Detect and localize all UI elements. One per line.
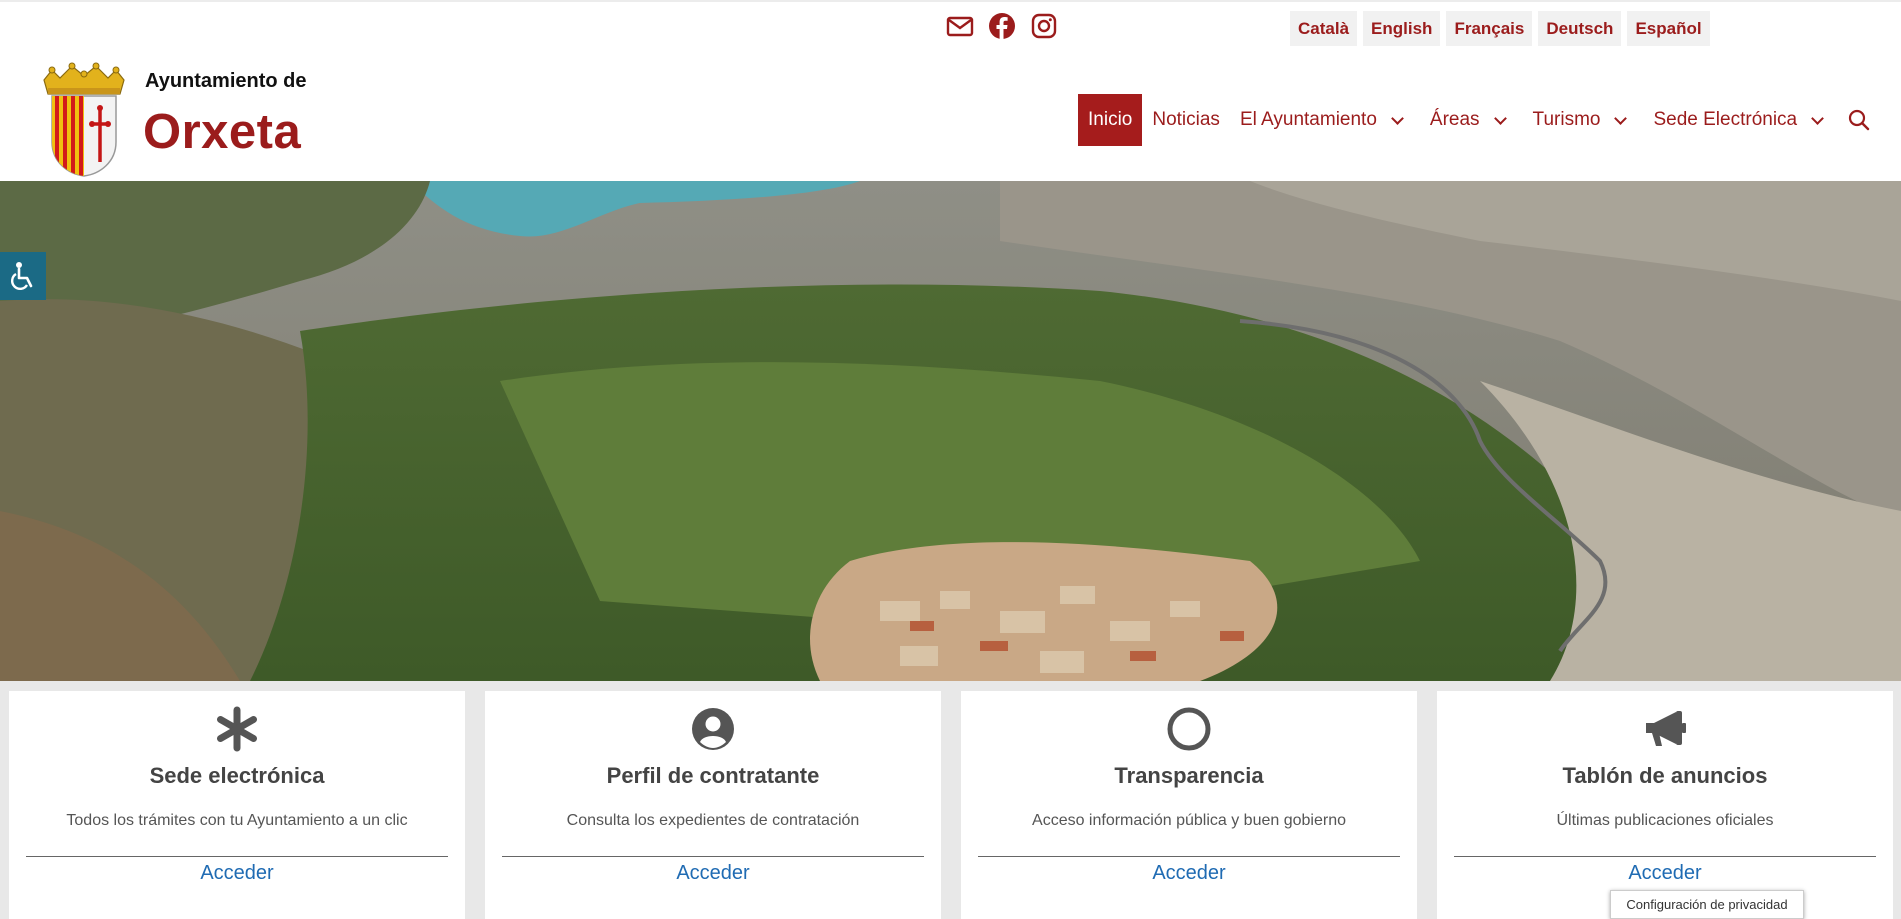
lang-english[interactable]: English [1363,11,1441,46]
brand-title[interactable]: Orxeta [143,104,301,160]
circle-icon [1166,706,1212,752]
instagram-icon[interactable] [1030,12,1058,40]
main-navigation: Inicio Noticias El Ayuntamiento Áreas Tu… [1078,94,1870,146]
lang-francais[interactable]: Français [1446,11,1533,46]
nav-item-label: Turismo [1532,109,1601,130]
card-link-acceder[interactable]: Acceder [961,862,1417,885]
card-title: Transparencia [1114,763,1264,788]
card-description: Todos los trámites con tu Ayuntamiento a… [66,812,408,829]
user-circle-icon [690,706,736,752]
card-divider [26,856,448,857]
facebook-icon[interactable] [988,12,1016,40]
card-link-acceder[interactable]: Acceder [9,862,465,885]
nav-item-el-ayuntamiento[interactable]: El Ayuntamiento [1230,94,1420,146]
card-perfil-contratante: Perfil de contratante Consulta los exped… [485,691,941,919]
coat-of-arms-logo[interactable] [38,62,130,178]
card-title: Sede electrónica [149,763,325,788]
card-description: Consulta los expedientes de contratación [566,812,860,829]
chevron-down-icon [1614,111,1628,125]
card-link-acceder[interactable]: Acceder [1437,862,1893,885]
brand-subtitle: Ayuntamiento de [145,70,307,92]
nav-item-areas[interactable]: Áreas [1420,94,1523,146]
language-switcher: Català English Français Deutsch Español [1290,11,1710,46]
card-sede-electronica: Sede electrónica Todos los trámites con … [9,691,465,919]
card-description: Acceso información pública y buen gobier… [1032,812,1346,829]
nav-item-label: Noticias [1152,109,1220,130]
nav-item-turismo[interactable]: Turismo [1523,94,1644,146]
card-link-acceder[interactable]: Acceder [485,862,941,885]
nav-item-label: Sede Electrónica [1653,109,1798,130]
megaphone-icon [1642,706,1688,752]
privacy-settings-button[interactable]: Configuración de privacidad [1610,890,1804,919]
search-icon[interactable] [1848,109,1870,131]
nav-item-label: El Ayuntamiento [1239,109,1377,130]
hero-landscape-image [0,181,1901,681]
lang-deutsch[interactable]: Deutsch [1538,11,1622,46]
social-links [946,12,1058,40]
chevron-down-icon [1811,111,1824,125]
wheelchair-icon [11,262,33,290]
nav-item-label: Inicio [1088,109,1133,130]
nav-item-sede-electronica[interactable]: Sede Electrónica [1643,94,1840,146]
card-title: Tablón de anuncios [1562,763,1768,788]
card-title: Perfil de contratante [606,763,820,788]
lang-catala[interactable]: Català [1290,11,1358,46]
nav-item-noticias[interactable]: Noticias [1142,94,1230,146]
email-icon[interactable] [946,12,974,40]
nav-item-inicio[interactable]: Inicio [1078,94,1143,146]
chevron-down-icon [1391,111,1404,125]
card-divider [978,856,1400,857]
nav-item-label: Áreas [1429,109,1480,130]
card-description: Últimas publicaciones oficiales [1556,812,1774,829]
asterisk-icon [214,706,260,752]
card-divider [1454,856,1876,857]
card-transparencia: Transparencia Acceso información pública… [961,691,1417,919]
accessibility-button[interactable] [0,252,46,300]
chevron-down-icon [1493,111,1507,125]
card-tablon-anuncios: Tablón de anuncios Últimas publicaciones… [1437,691,1893,919]
top-border [0,0,1901,2]
card-divider [502,856,924,857]
lang-espanol[interactable]: Español [1627,11,1710,46]
